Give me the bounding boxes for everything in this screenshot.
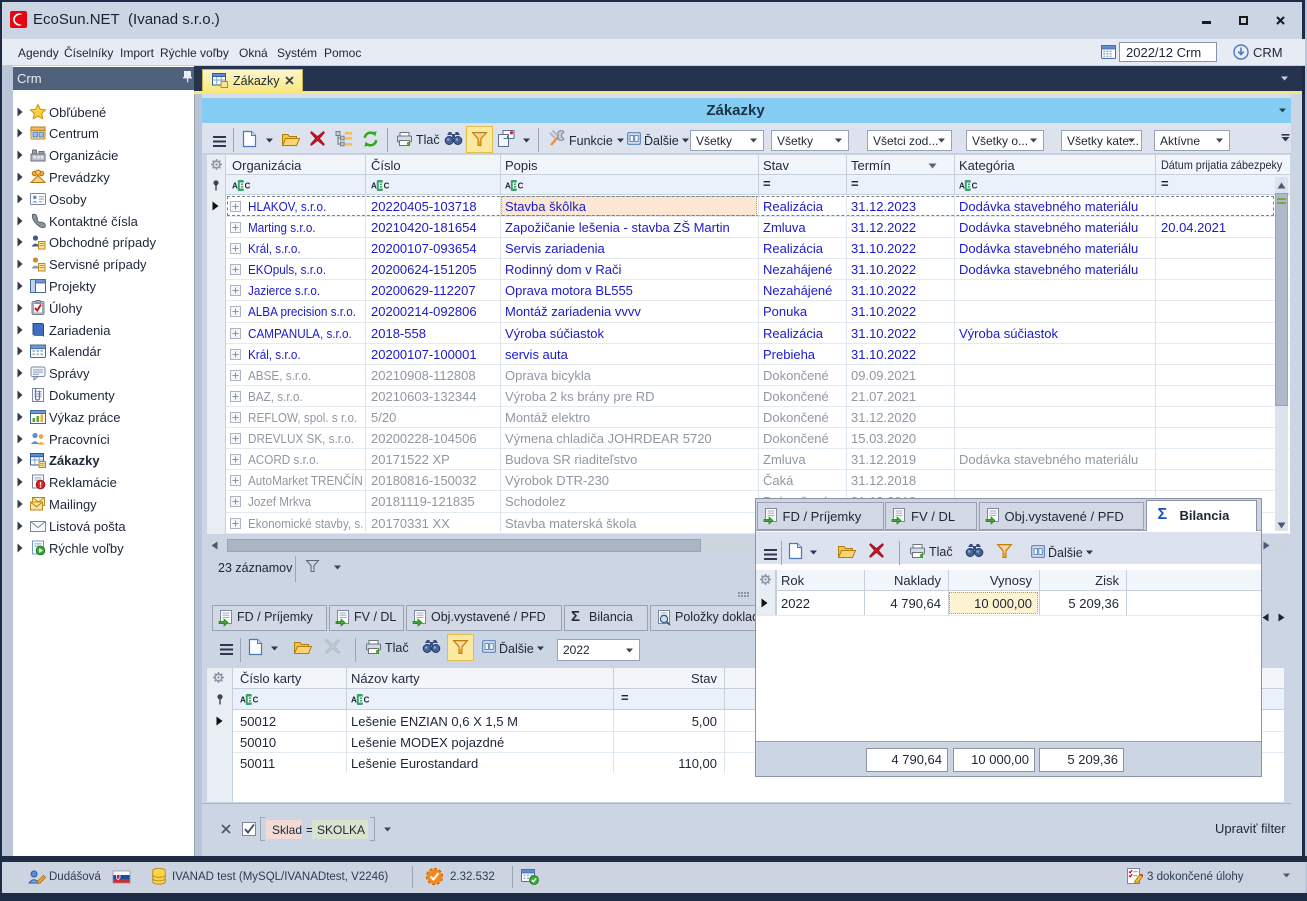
- svg-text:A: A: [505, 182, 511, 191]
- svg-text:C: C: [364, 696, 370, 705]
- svg-text:A: A: [351, 696, 357, 705]
- svg-text:C: C: [253, 696, 259, 705]
- svg-text:C: C: [972, 182, 978, 191]
- svg-text:A: A: [232, 182, 238, 191]
- svg-text:C: C: [384, 182, 390, 191]
- svg-text:C: C: [518, 182, 524, 191]
- svg-text:A: A: [240, 696, 246, 705]
- svg-text:A: A: [371, 182, 377, 191]
- svg-text:A: A: [959, 182, 965, 191]
- svg-text:C: C: [245, 182, 251, 191]
